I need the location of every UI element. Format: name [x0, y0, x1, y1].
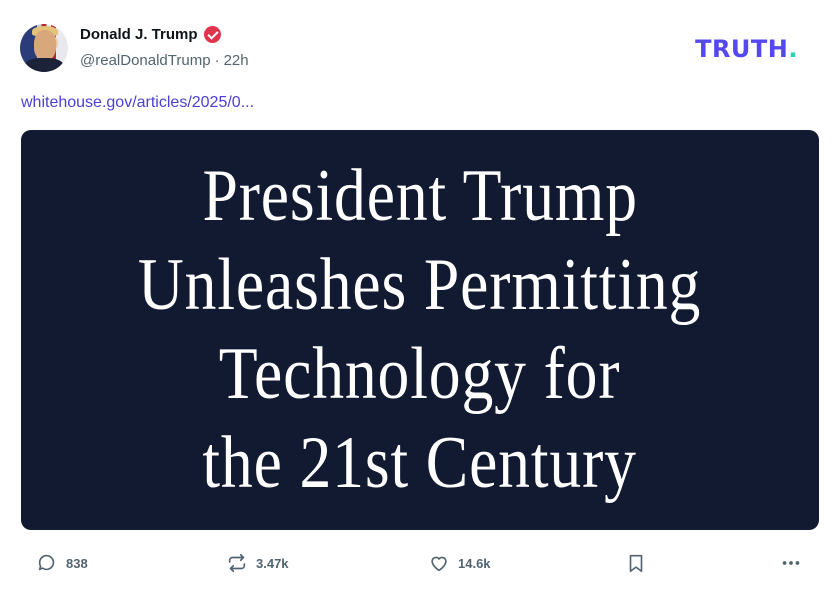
bookmark-button[interactable]	[625, 552, 647, 574]
brand-name: TRUTH	[695, 35, 789, 63]
card-headline-line-1: President Trump	[202, 155, 638, 237]
card-headline-line-3: Technology for	[219, 333, 621, 415]
avatar-face	[34, 30, 56, 60]
retruth-button[interactable]: 3.47k	[226, 552, 289, 574]
like-button[interactable]: 14.6k	[428, 552, 491, 574]
post-actions: 838 3.47k 14.6k	[20, 548, 820, 582]
post-timestamp[interactable]: 22h	[224, 52, 249, 69]
avatar[interactable]	[20, 24, 68, 72]
card-headline-line-2: Unleashes Permitting	[138, 244, 702, 326]
meta-separator: ·	[214, 52, 220, 69]
card-headline-line-4: the 21st Century	[202, 422, 638, 504]
author-meta-row: @realDonaldTrump · 22h	[80, 52, 249, 69]
author-handle[interactable]: @realDonaldTrump	[80, 52, 211, 69]
verified-badge-icon	[203, 26, 221, 43]
retruth-count: 3.47k	[256, 555, 289, 571]
post-header: Donald J. Trump @realDonaldTrump · 22h T…	[20, 22, 820, 74]
like-icon	[431, 556, 447, 572]
reply-button[interactable]: 838	[36, 552, 88, 574]
article-link[interactable]: whitehouse.gov/articles/2025/0...	[21, 94, 254, 112]
brand-dot: .	[788, 35, 798, 63]
reply-count: 838	[66, 555, 88, 571]
author-display-name[interactable]: Donald J. Trump	[80, 26, 198, 43]
avatar-suit	[24, 58, 64, 72]
more-icon	[782, 561, 800, 565]
retruth-icon	[228, 553, 246, 573]
author-name-row: Donald J. Trump	[80, 26, 221, 43]
reply-icon	[38, 554, 55, 571]
link-preview-card[interactable]: President Trump Unleashes Permitting Tec…	[21, 130, 819, 530]
truth-logo[interactable]: TRUTH.	[695, 35, 798, 63]
bookmark-icon	[629, 554, 643, 573]
more-options-button[interactable]	[780, 552, 802, 574]
like-count: 14.6k	[458, 555, 491, 571]
